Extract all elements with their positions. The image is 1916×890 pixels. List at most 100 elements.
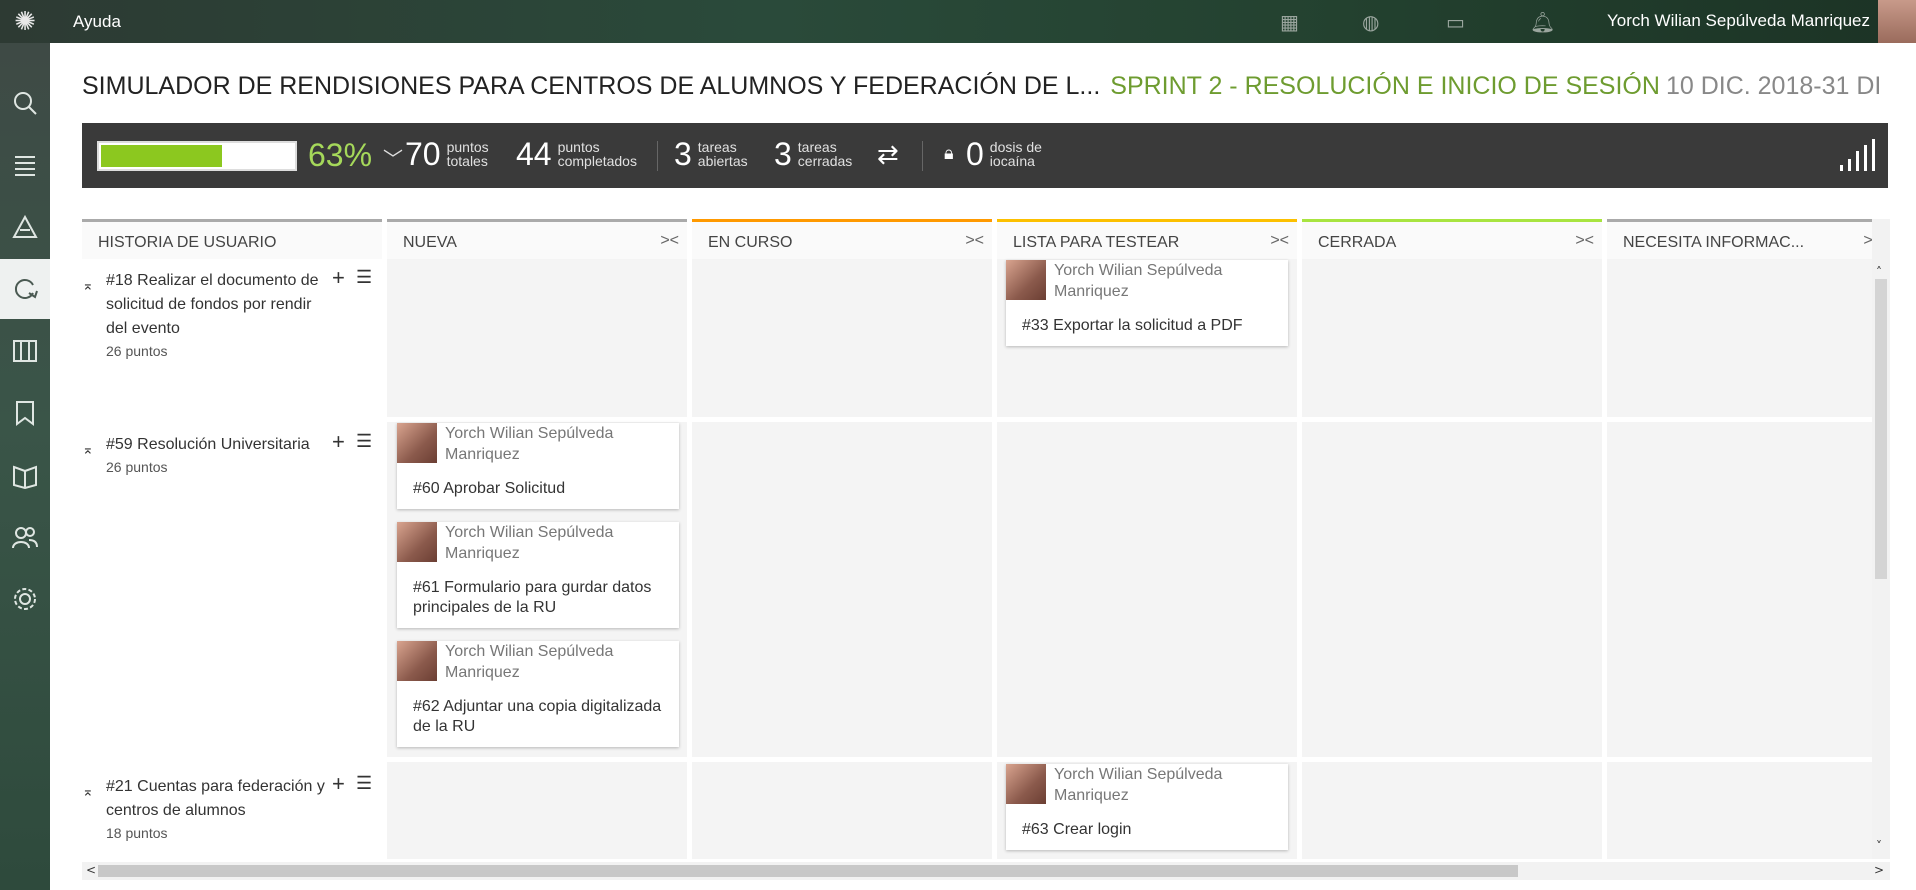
help-link[interactable]: Ayuda — [73, 12, 121, 32]
scroll-up-icon[interactable]: ˄ — [1876, 265, 1882, 279]
column-header-needs-info: NECESITA INFORMAC...>< — [1607, 219, 1890, 259]
column-header-closed: CERRADA >< — [1302, 219, 1602, 259]
page-title: SIMULADOR DE RENDISIONES PARA CENTROS DE… — [82, 72, 1882, 106]
assignee-avatar[interactable] — [1006, 764, 1046, 804]
column-header-ready-for-test: LISTA PARA TESTEAR >< — [997, 219, 1297, 259]
column-title: CERRADA — [1318, 234, 1397, 251]
scroll-down-icon[interactable]: ˅ — [1876, 839, 1882, 853]
task-card[interactable]: Yorch Wilian Sepúlveda Manriquez #60 Apr… — [397, 423, 679, 509]
scrollbar-thumb[interactable] — [1875, 279, 1887, 579]
vertical-scrollbar[interactable]: ˄ ˅ — [1872, 219, 1890, 859]
column-title: NUEVA — [403, 234, 457, 251]
assignee-avatar[interactable] — [397, 522, 437, 562]
horizontal-scrollbar[interactable]: < > — [82, 862, 1890, 880]
task-title[interactable]: #63 Crear login — [1022, 820, 1272, 840]
task-assignee: Yorch Wilian Sepúlveda Manriquez — [445, 524, 614, 562]
task-card[interactable]: Yorch Wilian Sepúlveda Manriquez #61 For… — [397, 522, 679, 628]
top-bar: ✺ Ayuda ▦ ◍ ▭ 🔔︎ Yorch Wilian Sepúlveda … — [0, 0, 1916, 43]
scroll-left-icon[interactable]: < — [86, 863, 96, 877]
task-card[interactable]: Yorch Wilian Sepúlveda Manriquez #63 Cre… — [1006, 764, 1288, 850]
swap-icon[interactable]: ⇄ — [877, 139, 899, 170]
scroll-right-icon[interactable]: > — [1874, 863, 1884, 877]
assignee-avatar[interactable] — [397, 641, 437, 681]
search-icon[interactable] — [0, 73, 50, 133]
add-task-icon[interactable]: + — [332, 429, 345, 455]
task-cell — [387, 259, 687, 417]
globe-icon[interactable]: ◍ — [1362, 10, 1379, 34]
assignee-avatar[interactable] — [397, 423, 437, 463]
scrollbar-thumb[interactable] — [98, 865, 1518, 877]
collapse-column-icon[interactable]: >< — [660, 232, 679, 250]
user-story-row: ⌅ #59 Resolución Universitaria 26 puntos… — [82, 427, 382, 527]
sprint-icon[interactable] — [0, 259, 50, 319]
task-assignee: Yorch Wilian Sepúlveda Manriquez — [1054, 766, 1223, 804]
task-assignee: Yorch Wilian Sepúlveda Manriquez — [445, 643, 614, 681]
stat-completed-points: 44 puntos completados — [516, 137, 637, 171]
epics-icon[interactable] — [0, 197, 50, 257]
user-name[interactable]: Yorch Wilian Sepúlveda Manriquez — [1607, 11, 1870, 31]
column-header-in-progress: EN CURSO >< — [692, 219, 992, 259]
menu-icon[interactable] — [0, 135, 50, 195]
user-story-title[interactable]: #59 Resolución Universitaria — [106, 433, 326, 457]
task-title[interactable]: #33 Exportar la solicitud a PDF — [1022, 316, 1272, 336]
task-cell — [692, 422, 992, 757]
stat-total-points: 70 puntos totales — [405, 137, 489, 171]
sprint-name: SPRINT 2 - RESOLUCIÓN E INICIO DE SESIÓN — [1110, 72, 1660, 100]
column-title: HISTORIA DE USUARIO — [98, 234, 277, 251]
iocaine-icon: 🔒︎ — [944, 143, 954, 163]
folder-icon[interactable]: ▭ — [1446, 10, 1465, 34]
taskboard: HISTORIA DE USUARIO NUEVA >< EN CURSO >< L… — [82, 219, 1890, 859]
collapse-column-icon[interactable]: >< — [1270, 232, 1289, 250]
task-card[interactable]: Yorch Wilian Sepúlveda Manriquez #62 Adj… — [397, 641, 679, 747]
chevron-down-icon[interactable]: ﹀ — [383, 143, 403, 172]
user-story-points: 18 puntos — [106, 825, 168, 841]
user-story-title[interactable]: #18 Realizar el documento de solicitud d… — [106, 269, 326, 341]
stat-open-tasks: 3 tareas abiertas — [674, 137, 748, 171]
backlog-icon[interactable] — [0, 383, 50, 443]
graph-icon[interactable] — [1840, 139, 1875, 171]
kanban-icon[interactable] — [0, 321, 50, 381]
collapse-column-icon[interactable]: >< — [1575, 232, 1594, 250]
stat-label: abiertas — [697, 153, 748, 169]
settings-icon[interactable] — [0, 569, 50, 629]
assignee-avatar[interactable] — [1006, 260, 1046, 300]
user-story-points: 26 puntos — [106, 459, 168, 475]
task-title[interactable]: #60 Aprobar Solicitud — [413, 479, 663, 499]
column-header-new: NUEVA >< — [387, 219, 687, 259]
sprint-progress-bar — [97, 141, 297, 171]
stat-label: completados — [557, 153, 637, 169]
task-cell — [1302, 422, 1602, 757]
fold-row-icon[interactable]: ⌅ — [82, 441, 94, 458]
divider — [657, 141, 658, 171]
bulk-add-icon[interactable]: ☰ — [356, 431, 372, 452]
task-assignee: Yorch Wilian Sepúlveda Manriquez — [445, 425, 614, 463]
task-cell — [1607, 762, 1872, 859]
bulk-add-icon[interactable]: ☰ — [356, 267, 372, 288]
wiki-icon[interactable] — [0, 445, 50, 505]
user-story-points: 26 puntos — [106, 343, 168, 359]
task-title[interactable]: #61 Formulario para gurdar datos princip… — [413, 578, 663, 618]
sprint-dates: 10 DIC. 2018-31 DIC. 2018 — [1665, 72, 1882, 100]
task-cell — [692, 762, 992, 859]
stat-value: 3 — [774, 136, 792, 172]
bell-icon[interactable]: 🔔︎ — [1530, 10, 1555, 34]
user-story-title[interactable]: #21 Cuentas para federación y centros de… — [106, 775, 326, 823]
apps-grid-icon[interactable]: ▦ — [1280, 10, 1299, 34]
sidebar-nav — [0, 43, 50, 890]
team-icon[interactable] — [0, 507, 50, 567]
task-cell — [1607, 422, 1872, 757]
taiga-logo-icon[interactable]: ✺ — [0, 0, 50, 43]
add-task-icon[interactable]: + — [332, 265, 345, 291]
fold-row-icon[interactable]: ⌅ — [82, 277, 94, 294]
user-avatar[interactable] — [1878, 0, 1916, 43]
task-card[interactable]: Yorch Wilian Sepúlveda Manriquez #33 Exp… — [1006, 260, 1288, 346]
collapse-column-icon[interactable]: >< — [965, 232, 984, 250]
bulk-add-icon[interactable]: ☰ — [356, 773, 372, 794]
project-name[interactable]: SIMULADOR DE RENDISIONES PARA CENTROS DE… — [82, 72, 1100, 100]
stat-iocaine: 0 dosis de iocaína — [966, 137, 1042, 171]
column-title: EN CURSO — [708, 234, 793, 251]
task-cell — [1302, 762, 1602, 859]
fold-row-icon[interactable]: ⌅ — [82, 783, 94, 800]
add-task-icon[interactable]: + — [332, 771, 345, 797]
task-title[interactable]: #62 Adjuntar una copia digitalizada de l… — [413, 697, 663, 737]
